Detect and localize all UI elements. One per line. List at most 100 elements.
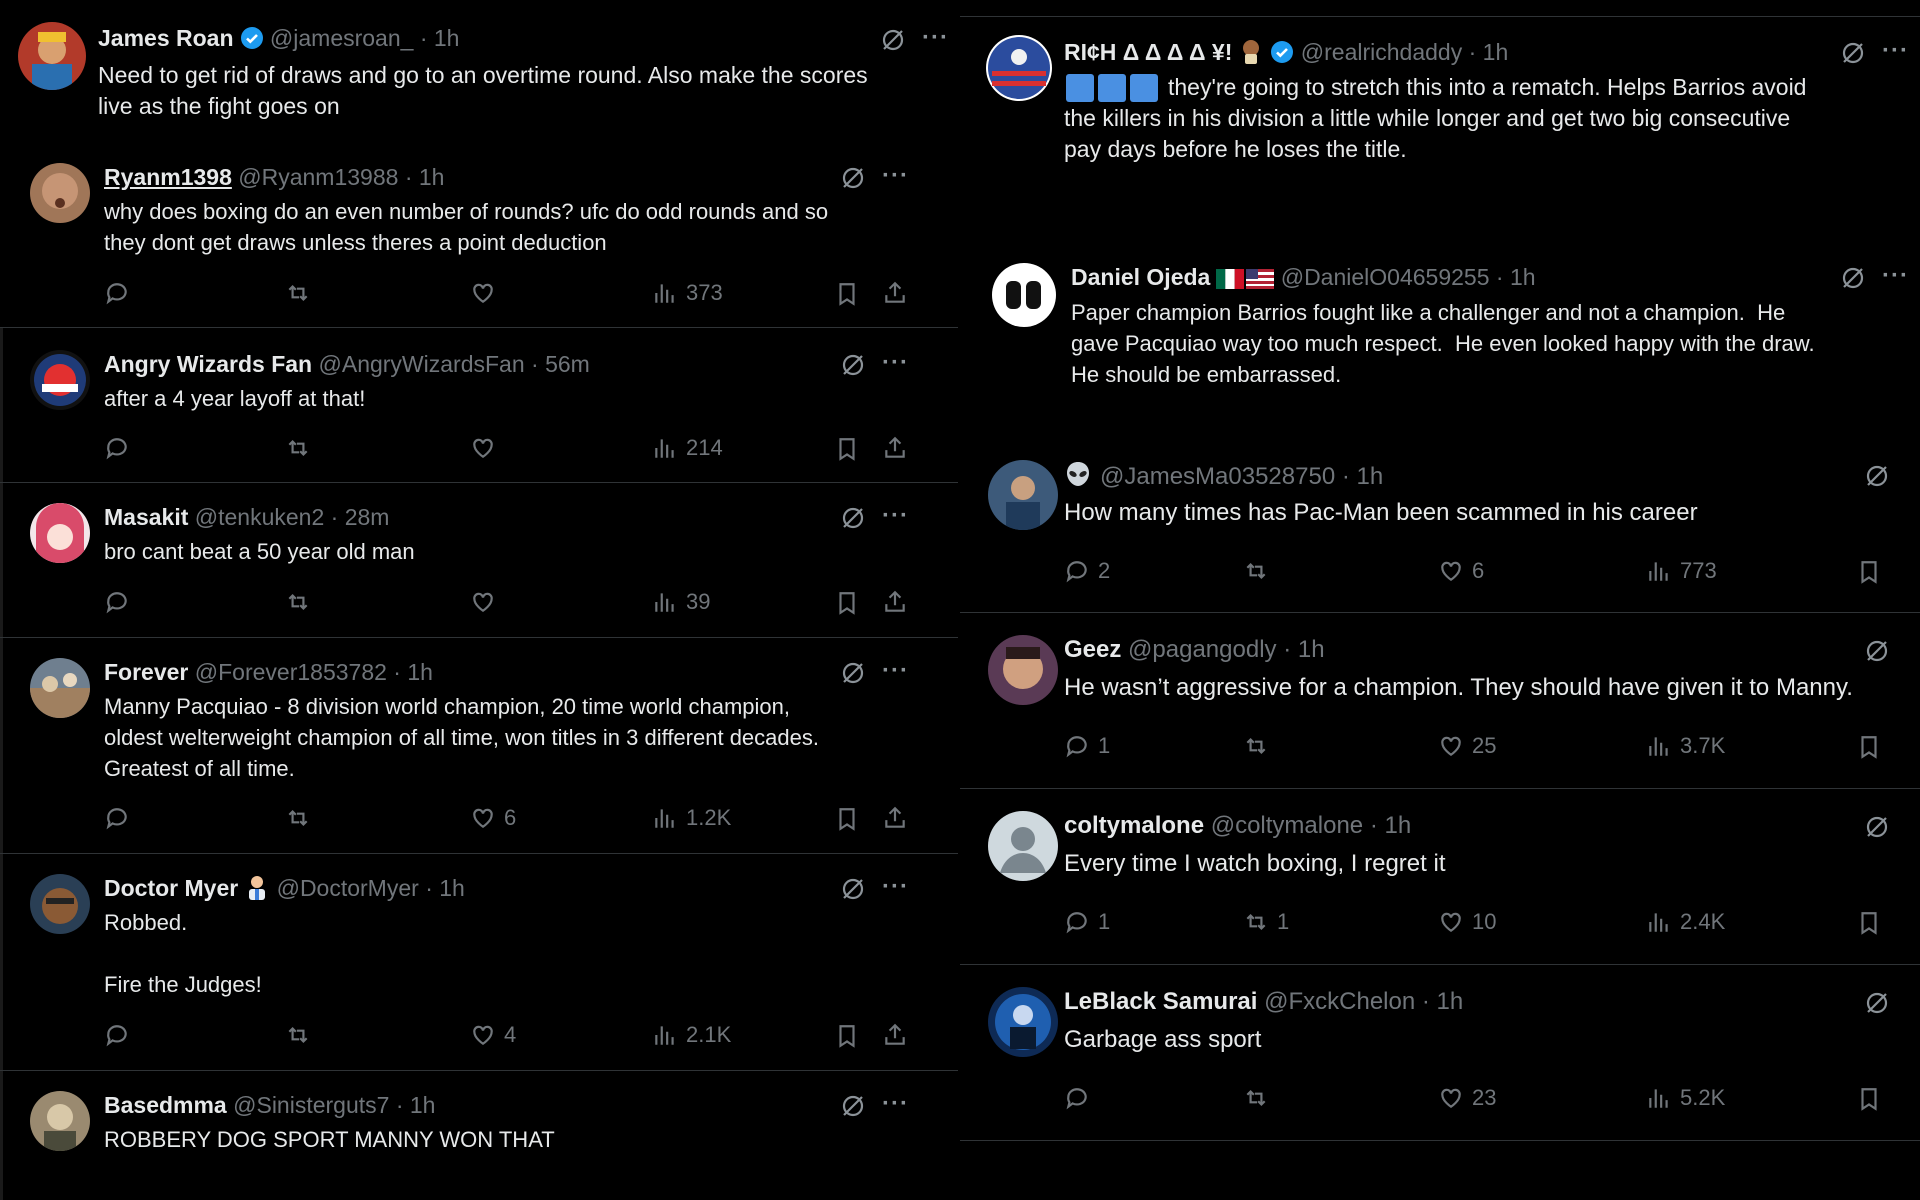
author-handle[interactable]: @DanielO04659255 [1281, 264, 1490, 290]
author-handle[interactable]: @tenkuken2 [195, 504, 325, 530]
author-name[interactable]: Geez [1064, 636, 1121, 663]
grok-icon[interactable] [1864, 990, 1890, 1016]
more-options-icon[interactable]: ··· [922, 26, 949, 50]
reply-button[interactable] [1064, 1085, 1098, 1111]
author-name[interactable]: RI¢H Δ Δ Δ Δ ¥! [1064, 39, 1232, 65]
reply-post[interactable]: Basedmma @Sinisterguts7 · 1h ··· ROBBERY… [0, 1071, 958, 1200]
bookmark-icon[interactable] [1856, 559, 1882, 585]
like-button[interactable]: 10 [1438, 909, 1496, 935]
bookmark-icon[interactable] [834, 1023, 860, 1049]
repost-button[interactable] [285, 435, 319, 461]
bookmark-icon[interactable] [834, 806, 860, 832]
post-time[interactable]: 1h [1298, 636, 1325, 663]
author-handle[interactable]: @Sinisterguts7 [233, 1092, 389, 1118]
grok-icon[interactable] [840, 165, 866, 191]
quote-post[interactable]: Daniel Ojeda @DanielO04659255 · 1h ··· P… [960, 247, 1920, 437]
repost-button[interactable]: 1 [1243, 909, 1289, 935]
author-name[interactable]: Forever [104, 659, 188, 685]
author-name[interactable]: Angry Wizards Fan [104, 351, 312, 377]
grok-icon[interactable] [1840, 40, 1866, 66]
reply-button[interactable]: 1 [1064, 733, 1110, 759]
grok-icon[interactable] [880, 27, 906, 53]
author-name[interactable]: LeBlack Samurai [1064, 988, 1257, 1015]
repost-button[interactable] [1243, 733, 1277, 759]
repost-button[interactable] [1243, 1085, 1277, 1111]
avatar[interactable] [988, 811, 1058, 881]
share-icon[interactable] [882, 1022, 908, 1048]
more-options-icon[interactable]: ··· [882, 875, 909, 899]
bookmark-icon[interactable] [1856, 1086, 1882, 1112]
grok-icon[interactable] [840, 352, 866, 378]
post-time[interactable]: 1h [407, 659, 433, 685]
reply-post[interactable]: Ryanm1398 @Ryanm13988 · 1h ··· why does … [0, 140, 958, 328]
repost-button[interactable] [285, 589, 319, 615]
author-name[interactable]: Daniel Ojeda [1071, 264, 1210, 290]
grok-icon[interactable] [840, 660, 866, 686]
post-time[interactable]: 1h [1357, 463, 1384, 490]
like-button[interactable]: 25 [1438, 733, 1496, 759]
share-icon[interactable] [882, 280, 908, 306]
more-options-icon[interactable]: ··· [882, 504, 909, 528]
share-icon[interactable] [882, 589, 908, 615]
avatar[interactable] [30, 350, 90, 410]
reply-button[interactable]: 1 [1064, 909, 1110, 935]
grok-icon[interactable] [1864, 463, 1890, 489]
author-handle[interactable]: @coltymalone [1211, 812, 1363, 839]
like-button[interactable] [470, 280, 504, 306]
author-handle[interactable]: @AngryWizardsFan [319, 351, 525, 377]
post-time[interactable]: 1h [434, 25, 460, 51]
author-name[interactable]: Basedmma [104, 1092, 227, 1118]
views-button[interactable]: 373 [652, 280, 723, 306]
author-handle[interactable]: @Ryanm13988 [238, 164, 398, 190]
grok-icon[interactable] [840, 505, 866, 531]
post-time[interactable]: 28m [345, 504, 390, 530]
avatar[interactable] [30, 503, 90, 563]
avatar[interactable] [30, 163, 90, 223]
author-name[interactable]: Doctor Myer [104, 875, 238, 901]
post-time[interactable]: 1h [1510, 264, 1536, 290]
more-options-icon[interactable]: ··· [882, 659, 909, 683]
author-handle[interactable]: @realrichdaddy [1301, 39, 1462, 65]
reply-post[interactable]: coltymalone @coltymalone · 1h Every time… [960, 789, 1920, 965]
like-button[interactable]: 23 [1438, 1085, 1496, 1111]
post-time[interactable]: 1h [1385, 812, 1412, 839]
post-time[interactable]: 1h [1437, 988, 1464, 1015]
views-button[interactable]: 2.1K [652, 1022, 731, 1048]
author-handle[interactable]: @DoctorMyer [277, 875, 419, 901]
views-button[interactable]: 3.7K [1646, 733, 1725, 759]
more-options-icon[interactable]: ··· [882, 164, 909, 188]
avatar[interactable] [988, 635, 1058, 705]
avatar[interactable] [30, 874, 90, 934]
like-button[interactable] [470, 589, 504, 615]
avatar[interactable] [30, 658, 90, 718]
like-button[interactable]: 6 [1438, 558, 1484, 584]
post-time[interactable]: 1h [410, 1092, 436, 1118]
bookmark-icon[interactable] [834, 590, 860, 616]
author-handle[interactable]: @pagangodly [1128, 636, 1276, 663]
reply-post[interactable]: Angry Wizards Fan @AngryWizardsFan · 56m… [0, 328, 958, 483]
reply-post[interactable]: LeBlack Samurai @FxckChelon · 1h Garbage… [960, 965, 1920, 1141]
views-button[interactable]: 1.2K [652, 805, 731, 831]
repost-button[interactable] [285, 805, 319, 831]
like-button[interactable] [470, 435, 504, 461]
grok-icon[interactable] [1864, 814, 1890, 840]
avatar[interactable] [988, 987, 1058, 1057]
reply-button[interactable] [104, 1022, 138, 1048]
repost-button[interactable] [285, 280, 319, 306]
grok-icon[interactable] [840, 876, 866, 902]
avatar[interactable] [992, 263, 1056, 327]
grok-icon[interactable] [1864, 638, 1890, 664]
avatar[interactable] [18, 22, 86, 90]
post-time[interactable]: 1h [419, 164, 445, 190]
author-handle[interactable]: @FxckChelon [1264, 988, 1415, 1015]
like-button[interactable]: 6 [470, 805, 516, 831]
reply-button[interactable] [104, 435, 138, 461]
main-post[interactable]: RI¢H Δ Δ Δ Δ ¥! @realrichdaddy · 1h ··· … [960, 17, 1920, 247]
reply-button[interactable] [104, 280, 138, 306]
grok-icon[interactable] [840, 1093, 866, 1119]
views-button[interactable]: 214 [652, 435, 723, 461]
avatar[interactable] [988, 460, 1058, 530]
share-icon[interactable] [882, 805, 908, 831]
author-handle[interactable]: @jamesroan_ [270, 25, 414, 51]
repost-button[interactable] [1243, 558, 1277, 584]
